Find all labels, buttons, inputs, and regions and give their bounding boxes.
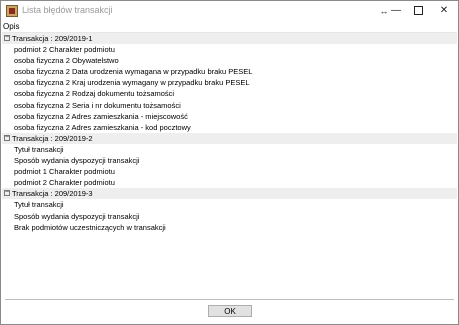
error-row[interactable]: osoba fizyczna 2 Rodzaj dokumentu tożsam… [2, 88, 457, 99]
error-description: osoba fizyczna 2 Adres zamieszkania - mi… [14, 111, 188, 121]
error-row[interactable]: osoba fizyczna 2 Adres zamieszkania - mi… [2, 111, 457, 122]
error-description: Brak podmiotów uczestniczących w transak… [14, 222, 166, 232]
window-title: Lista błędów transakcji [22, 5, 113, 15]
collapse-toggle-icon[interactable]: − [4, 34, 10, 41]
error-row[interactable]: osoba fizyczna 2 Seria i nr dokumentu to… [2, 100, 457, 111]
collapse-toggle-icon[interactable]: − [4, 189, 10, 197]
error-row[interactable]: podmiot 2 Charakter podmiotu [2, 177, 457, 188]
error-row[interactable]: Tytuł transakcji [2, 144, 457, 155]
title-bar[interactable]: Lista błędów transakcji ↔ — ✕ [1, 1, 458, 21]
maximize-icon [413, 5, 423, 15]
column-header-description[interactable]: Opis [3, 22, 19, 31]
group-label: Transakcja : 209/2019-1 [12, 34, 93, 43]
error-description: osoba fizyczna 2 Data urodzenia wymagana… [14, 67, 253, 77]
ok-button[interactable]: OK [208, 305, 252, 317]
maximize-button[interactable] [405, 1, 431, 21]
error-description: osoba fizyczna 2 Adres zamieszkania - ko… [14, 122, 191, 132]
group-label: Transakcja : 209/2019-3 [12, 189, 93, 199]
error-description: podmiot 1 Charakter podmiotu [14, 167, 115, 177]
error-description: Sposób wydania dyspozycji transakcji [14, 156, 140, 166]
error-description: podmiot 2 Charakter podmiotu [14, 178, 115, 188]
error-description: osoba fizyczna 2 Seria i nr dokumentu to… [14, 100, 181, 110]
error-description: Tytuł transakcji [14, 144, 64, 154]
error-description: osoba fizyczna 2 Obywatelstwo [14, 56, 119, 66]
group-row[interactable]: − Transakcja : 209/2019-1 [2, 33, 457, 45]
error-list-window: Lista błędów transakcji ↔ — ✕ Opis − Tran… [0, 0, 459, 325]
group-label: Transakcja : 209/2019-2 [12, 133, 93, 143]
footer-divider [5, 299, 454, 300]
error-description: Tytuł transakcji [14, 200, 64, 210]
error-row[interactable]: podmiot 1 Charakter podmiotu [2, 166, 457, 177]
close-button[interactable]: ✕ [431, 1, 457, 21]
error-row[interactable]: Sposób wydania dyspozycji transakcji [2, 155, 457, 166]
collapse-toggle-icon[interactable]: − [4, 134, 10, 141]
error-row[interactable]: osoba fizyczna 2 Adres zamieszkania - ko… [2, 122, 457, 133]
error-description: Sposób wydania dyspozycji transakcji [14, 211, 140, 221]
error-row[interactable]: Sposób wydania dyspozycji transakcji [2, 211, 457, 222]
app-icon [6, 5, 18, 17]
group-row[interactable]: − Transakcja : 209/2019-2 [2, 132, 457, 144]
error-row[interactable]: Brak podmiotów uczestniczących w transak… [2, 222, 457, 233]
error-row[interactable]: osoba fizyczna 2 Obywatelstwo [2, 55, 457, 66]
error-tree-list[interactable]: − Transakcja : 209/2019-1 podmiot 2 Charak… [2, 33, 457, 233]
group-row[interactable]: − Transakcja : 209/2019-3 [2, 188, 457, 200]
error-description: osoba fizyczna 2 Rodzaj dokumentu tożsam… [14, 89, 175, 99]
error-row[interactable]: podmiot 2 Charakter podmiotu [2, 44, 457, 55]
error-row[interactable]: osoba fizyczna 2 Kraj urodzenia wymagany… [2, 77, 457, 88]
error-row[interactable]: Tytuł transakcji [2, 199, 457, 210]
error-row[interactable]: osoba fizyczna 2 Data urodzenia wymagana… [2, 66, 457, 77]
error-description: podmiot 2 Charakter podmiotu [14, 45, 115, 55]
error-description: osoba fizyczna 2 Kraj urodzenia wymagany… [14, 78, 250, 88]
